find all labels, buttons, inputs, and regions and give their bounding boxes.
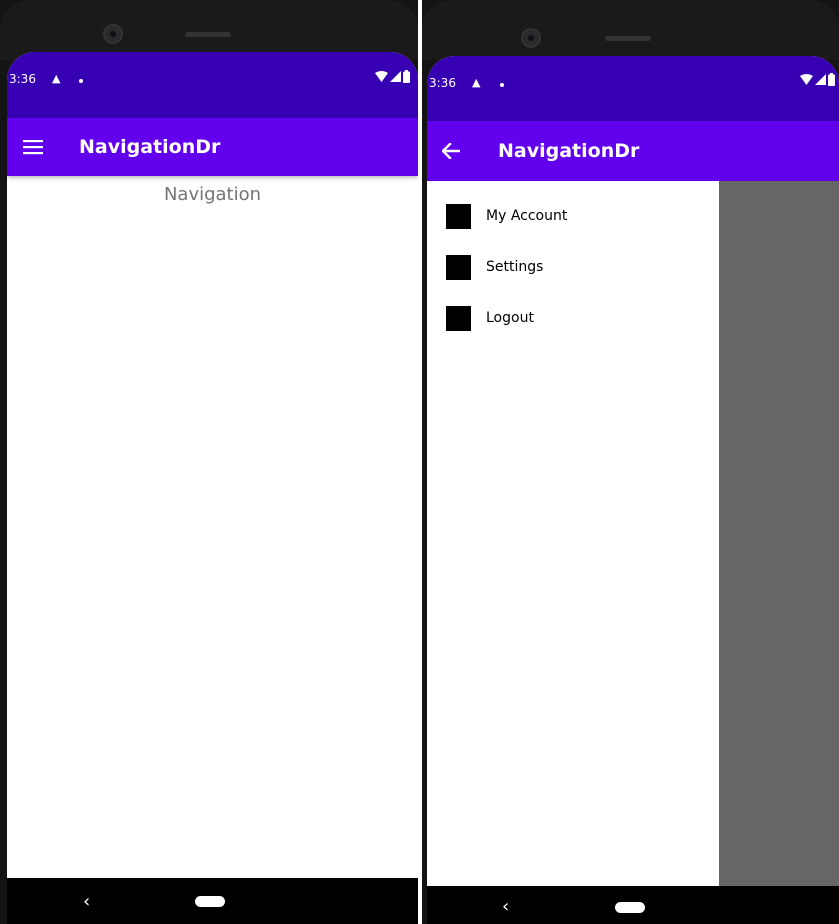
- hamburger-menu-icon[interactable]: [13, 118, 53, 176]
- wifi-icon: [800, 74, 813, 85]
- phone-left: 3:36 ▲ NavigationDr Navigation ‹: [0, 0, 418, 924]
- earpiece-speaker: [605, 36, 651, 41]
- app-bar-title: NavigationDr: [79, 136, 221, 158]
- screen-left: 3:36 ▲ NavigationDr Navigation: [7, 52, 418, 878]
- navigation-drawer: My Account Settings Logout: [427, 181, 719, 886]
- phone-right: 3:36 ▲ NavigationDr My Account Settings …: [422, 0, 839, 924]
- battery-icon: [828, 73, 835, 86]
- app-bar: NavigationDr: [427, 121, 839, 181]
- status-time: 3:36: [9, 72, 36, 86]
- notification-dot-icon: [79, 79, 83, 83]
- warning-icon: ▲: [472, 76, 481, 89]
- battery-icon: [403, 70, 410, 83]
- back-chevron-icon[interactable]: ‹: [83, 891, 90, 912]
- system-nav-bar: ‹: [7, 878, 418, 924]
- status-icons: [800, 73, 835, 86]
- home-pill-icon[interactable]: [615, 902, 645, 913]
- signal-icon: [390, 71, 401, 82]
- front-camera-icon: [103, 24, 123, 44]
- status-time: 3:36: [429, 76, 456, 90]
- app-bar: NavigationDr: [7, 118, 418, 176]
- notification-dot-icon: [500, 83, 504, 87]
- drawer-item-label: Settings: [486, 259, 544, 275]
- status-icons: [375, 70, 410, 83]
- home-pill-icon[interactable]: [195, 896, 225, 907]
- drawer-item-settings[interactable]: Settings: [427, 245, 724, 289]
- drawer-item-logout[interactable]: Logout: [427, 296, 724, 340]
- app-bar-title: NavigationDr: [498, 140, 640, 162]
- square-icon: [446, 305, 471, 331]
- wifi-icon: [375, 71, 388, 82]
- back-chevron-icon[interactable]: ‹: [502, 896, 509, 917]
- phone-top-bezel: [0, 0, 418, 60]
- earpiece-speaker: [185, 32, 231, 37]
- system-nav-bar: ‹: [427, 886, 839, 924]
- status-bar: 3:36 ▲: [7, 52, 418, 118]
- arrow-back-icon[interactable]: [431, 121, 471, 181]
- main-content-text: Navigation: [163, 184, 262, 205]
- drawer-scrim[interactable]: [714, 181, 839, 886]
- signal-icon: [815, 74, 826, 85]
- square-icon: [446, 203, 471, 229]
- phone-top-bezel: [422, 0, 839, 60]
- drawer-item-label: My Account: [486, 208, 568, 224]
- drawer-item-label: Logout: [486, 310, 534, 326]
- front-camera-icon: [521, 28, 541, 48]
- status-bar: 3:36 ▲: [427, 56, 839, 121]
- drawer-item-my-account[interactable]: My Account: [427, 194, 724, 238]
- screen-right: 3:36 ▲ NavigationDr My Account Settings …: [427, 56, 839, 886]
- warning-icon: ▲: [52, 72, 61, 85]
- square-icon: [446, 254, 471, 280]
